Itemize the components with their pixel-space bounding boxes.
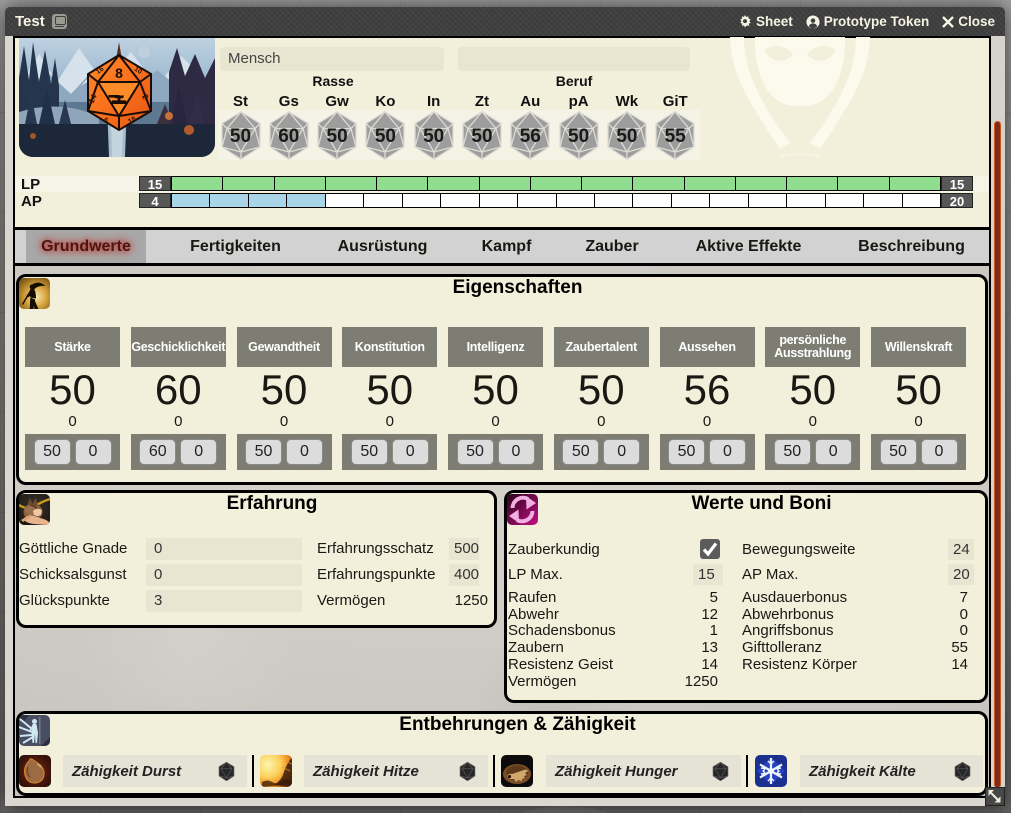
svg-text:8: 8: [115, 65, 123, 81]
